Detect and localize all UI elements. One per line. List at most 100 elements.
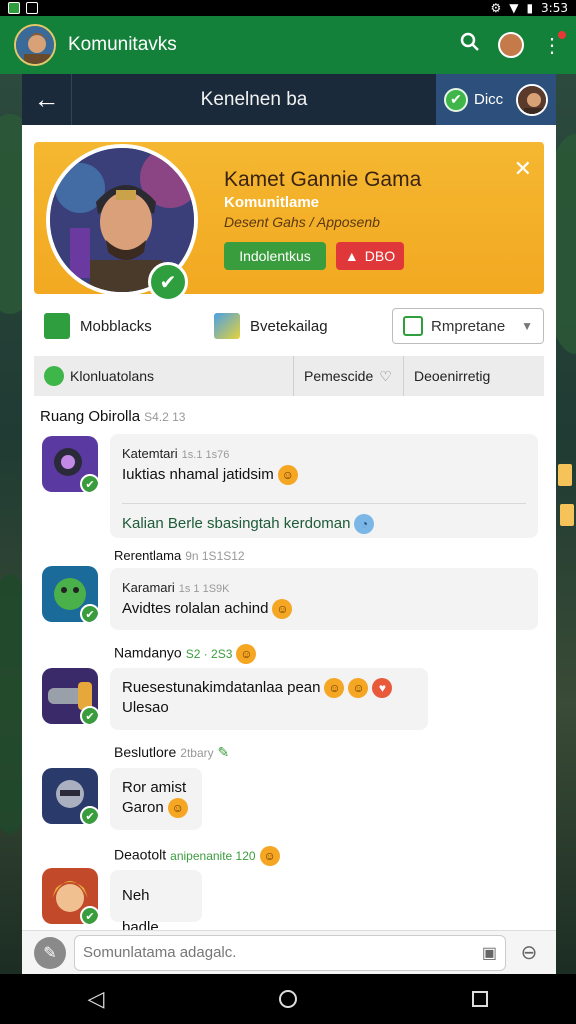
shield-icon: ♡ (379, 367, 392, 384)
verified-status-chip[interactable]: ✔ Dicc (436, 74, 556, 125)
message-bubble[interactable]: Katemtari 1s.1 1s76 Iuktias nhamal jatids… (110, 434, 538, 538)
home-nav-icon[interactable] (279, 990, 298, 1008)
system-nav-bar: ◁ (0, 974, 576, 1024)
report-button[interactable]: ▲ DBO (336, 242, 404, 270)
message-header-name: Deaotolt (114, 846, 167, 863)
back-arrow-icon[interactable]: ← (22, 74, 72, 125)
option-item-1-label: Mobblacks (80, 317, 152, 335)
user-avatar-button[interactable] (498, 32, 524, 58)
message-header: Deaotolt anipenanite 120 ☺ (114, 846, 280, 866)
verified-badge-icon: ✔ (80, 474, 98, 492)
message-avatar[interactable]: ✔ (42, 436, 98, 492)
profile-description: Desent Gahs / Apposenb (224, 214, 380, 230)
vibrate-icon: ⚙ (490, 1, 502, 15)
smile-emoji-icon: ☺ (272, 599, 293, 620)
more-menu-icon[interactable]: ⋮ (542, 30, 566, 58)
message-timestamp: 1s.1 1s76 (181, 449, 230, 461)
message-avatar[interactable]: ✔ (42, 768, 98, 824)
message-header-timestamp: 9n 1S1S12 (185, 549, 245, 563)
message-composer: ✎ Somunlatama adagalc. ▣ ⊖ (22, 930, 556, 974)
verified-badge-icon: ✔ (80, 906, 98, 924)
message-timestamp: 1s 1 1S9K (178, 583, 230, 595)
message-header-timestamp: S2 · 2S3 (185, 646, 233, 661)
message-header-name: Rerentlama (114, 548, 182, 563)
chevron-down-icon: ▼ (521, 319, 533, 333)
blue-stack-icon (214, 313, 240, 339)
message-text: Neh badle (122, 887, 159, 936)
mini-avatar (516, 83, 548, 116)
profile-title: Kamet Gannie Gama (224, 168, 422, 191)
filter-dropdown[interactable]: Rmpretane ▼ (392, 308, 544, 344)
tab-label: Deoenirretig (414, 368, 491, 384)
verified-badge-icon: ✔ (80, 806, 98, 824)
smile-emoji-icon: ☺ (167, 798, 188, 819)
message-text: Ror amist (122, 779, 187, 796)
message-header-name: Namdanyo (114, 644, 182, 661)
option-item-1[interactable]: Mobblacks (34, 313, 214, 339)
message-bubble[interactable]: Ror amist Garon ☺ (110, 768, 202, 830)
clock: 3:53 (541, 1, 568, 15)
leaf-icon: ✎ (217, 744, 230, 760)
message-input[interactable]: Somunlatama adagalc. ▣ (74, 934, 506, 971)
message-author: Karamari (122, 580, 175, 595)
sticker-icon[interactable]: ▣ (482, 943, 497, 963)
smile-emoji-icon: ☺ (259, 846, 280, 866)
message-text-line2: Ulesao (122, 699, 169, 717)
status-bar: ⚙ ▼ ▮ 3:53 (0, 0, 576, 16)
smile-emoji-icon: ☺ (236, 644, 257, 664)
tab-label: Klonluatolans (70, 368, 155, 384)
tab-label: Pemescide (304, 368, 374, 384)
message-text: Ruesestunakimdatanlaa pean (122, 679, 321, 696)
status-label: Dicc (474, 91, 504, 108)
notification-dot (558, 30, 566, 39)
search-icon[interactable] (460, 32, 480, 58)
message-header-timestamp: anipenanite 120 (170, 848, 256, 863)
send-icon[interactable]: ⊖ (514, 940, 544, 965)
notification-icon (8, 2, 20, 14)
blue-emoji-icon: ◔ (354, 514, 375, 535)
attach-icon[interactable]: ✎ (34, 936, 66, 969)
card-title: Kenelnen ba (200, 88, 308, 110)
join-button[interactable]: Indolentkus (224, 242, 326, 270)
laugh-emoji-icon: ☺ (324, 678, 345, 699)
profile-banner: ✔ Kamet Gannie Gama Komunitlame Desent G… (34, 142, 544, 302)
message-text-line2: Garon (122, 799, 164, 816)
message-avatar[interactable]: ✔ (42, 868, 98, 924)
message-text: Iuktias nhamal jatidsim (122, 466, 274, 483)
chat-heading: Ruang Obirolla S4.2 13 (40, 408, 185, 425)
verified-badge-icon: ✔ (80, 604, 98, 622)
message-header: Beslutlore 2tbary ✎ (114, 744, 229, 761)
back-nav-icon[interactable]: ◁ (88, 986, 105, 1012)
tab-bar: Klonluatolans Pemescide ♡ Deoenirretig (34, 356, 544, 396)
card-header: ← Kenelnen ba ✔ Dicc (22, 74, 556, 125)
message-bubble[interactable]: Ruesestunakimdatanlaa pean ☺ ☺ ♥ Ulesao (110, 668, 428, 730)
message-avatar[interactable]: ✔ (42, 668, 98, 724)
message-text: Avidtes rolalan achind (122, 600, 269, 617)
message-avatar[interactable]: ✔ (42, 566, 98, 622)
smile-emoji-icon: ☺ (348, 678, 369, 699)
option-item-2-label: Bvetekailag (250, 317, 328, 335)
green-square-icon (44, 313, 70, 339)
tab-pemescide[interactable]: Pemescide ♡ (294, 356, 404, 396)
message-header: Namdanyo S2 · 2S3 ☺ (114, 644, 257, 664)
check-icon: ✔ (444, 87, 468, 112)
close-icon[interactable]: ✕ (514, 156, 532, 182)
message-header: Rerentlama 9n 1S1S12 (114, 548, 245, 563)
wifi-icon: ▼ (509, 1, 519, 15)
heart-emoji-icon: ♥ (372, 678, 393, 699)
tab-deoenirretig[interactable]: Deoenirretig (404, 356, 544, 396)
chat-heading-timestamp: S4.2 13 (144, 410, 186, 424)
chat-heading-title: Ruang Obirolla (40, 408, 141, 425)
battery-icon: ▮ (526, 1, 534, 15)
message-bubble[interactable]: Karamari 1s 1 1S9K Avidtes rolalan achind… (110, 568, 538, 630)
smile-emoji-icon: ☺ (277, 465, 298, 486)
recents-nav-icon[interactable] (472, 991, 489, 1007)
message-header-name: Beslutlore (114, 744, 177, 760)
verified-badge-icon: ✔ (148, 262, 188, 302)
profile-avatar[interactable] (14, 24, 56, 66)
message-bubble[interactable]: Neh badle (110, 870, 202, 936)
message-input-placeholder: Somunlatama adagalc. (83, 944, 237, 961)
tab-klonluatolans[interactable]: Klonluatolans (34, 356, 294, 396)
option-item-2[interactable]: Bvetekailag (214, 313, 384, 339)
app-bar: Komunitavks ⋮ (0, 16, 576, 74)
